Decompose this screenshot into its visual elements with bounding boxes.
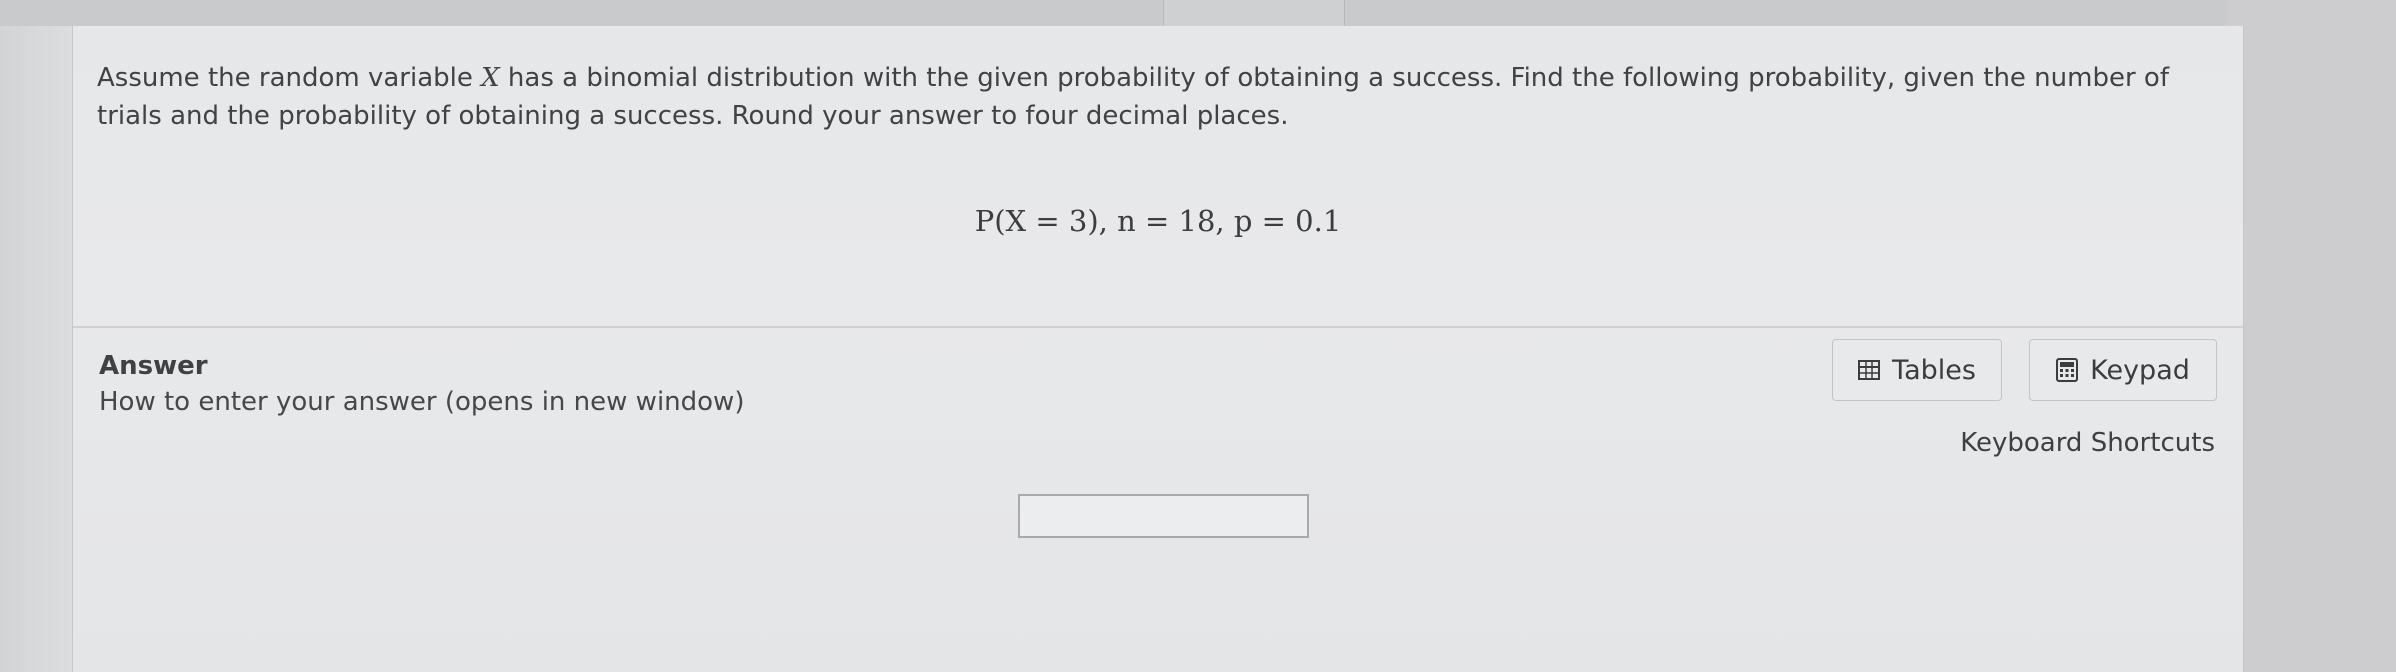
question-panel: Assume the random variable X has a binom… (72, 26, 2244, 672)
top-tab (1163, 0, 1345, 26)
answer-label: Answer (99, 351, 208, 381)
keyboard-shortcuts-link[interactable]: Keyboard Shortcuts (1957, 428, 2215, 458)
tables-button[interactable]: Tables (1832, 339, 2002, 401)
right-background (2226, 0, 2396, 672)
calculator-icon (2056, 358, 2079, 382)
table-icon (1858, 360, 1881, 380)
answer-help-link[interactable]: How to enter your answer (opens in new w… (99, 387, 744, 417)
keypad-button[interactable]: Keypad (2029, 339, 2217, 401)
tables-label: Tables (1892, 354, 1976, 386)
probability-formula: P(X = 3), n = 18, p = 0.1 (974, 204, 1342, 238)
random-variable: X (481, 63, 500, 93)
question-text-start: Assume the random variable (97, 63, 482, 93)
keypad-label: Keypad (2090, 354, 2190, 386)
question-text: Assume the random variable X has a binom… (97, 59, 2227, 135)
answer-input[interactable] (1018, 494, 1309, 538)
top-strip (0, 0, 2396, 26)
section-divider (73, 326, 2243, 328)
